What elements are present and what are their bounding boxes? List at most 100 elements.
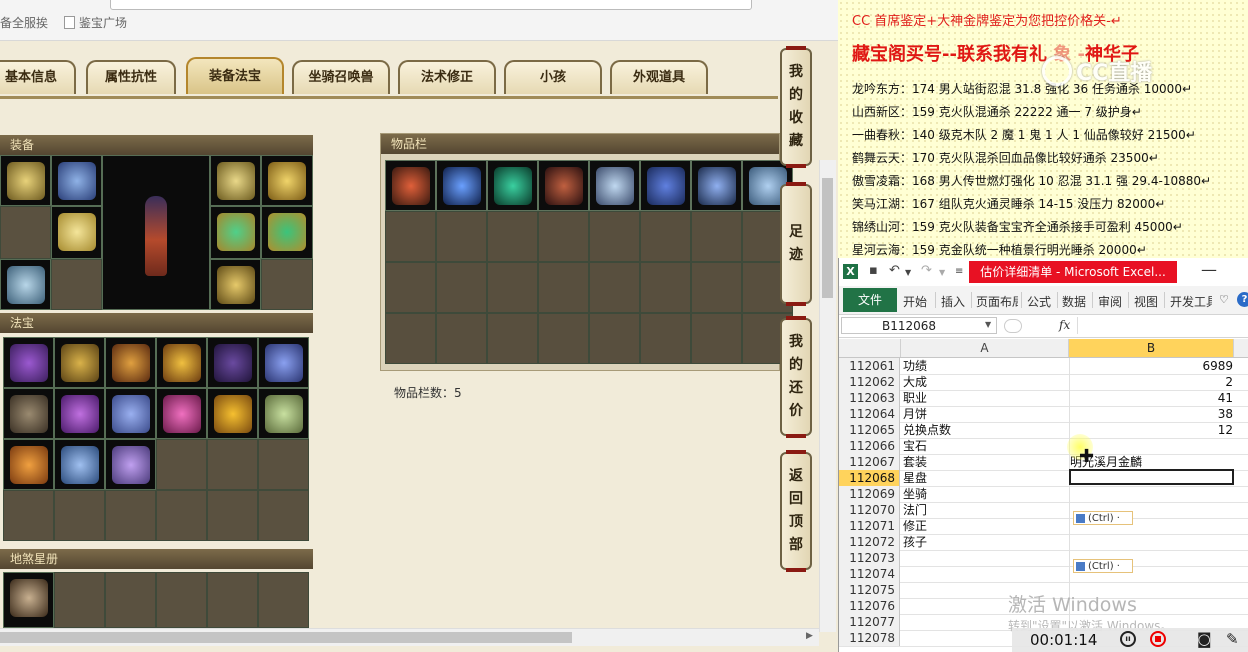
row-header[interactable]: 112063: [839, 390, 900, 406]
column-header-b[interactable]: B: [1069, 339, 1234, 357]
stop-record-icon[interactable]: [1150, 631, 1166, 647]
row-header[interactable]: 112076: [839, 598, 900, 614]
treasure-slot[interactable]: [258, 439, 309, 490]
treasure-slot[interactable]: [54, 490, 105, 541]
cell-a[interactable]: 月饼: [903, 406, 1070, 422]
row-header[interactable]: 112069: [839, 486, 900, 502]
star-slot[interactable]: [3, 572, 54, 628]
star-slot[interactable]: [258, 572, 309, 628]
treasure-slot[interactable]: [207, 337, 258, 388]
undo-icon[interactable]: ↶: [889, 263, 900, 278]
cell-a[interactable]: 职业: [903, 390, 1070, 406]
inventory-slot[interactable]: [691, 262, 742, 313]
row-header[interactable]: 112064: [839, 406, 900, 422]
paste-options-button[interactable]: (Ctrl) ·: [1073, 559, 1133, 573]
row-header[interactable]: 112071: [839, 518, 900, 534]
inventory-slot[interactable]: [487, 313, 538, 364]
treasure-slot[interactable]: [54, 337, 105, 388]
star-slot[interactable]: [156, 572, 207, 628]
treasure-slot[interactable]: [105, 388, 156, 439]
row-header[interactable]: 112066: [839, 438, 900, 454]
treasure-slot[interactable]: [156, 388, 207, 439]
minimize-icon[interactable]: —: [1201, 260, 1217, 279]
bookmark-1[interactable]: 备全服挨: [0, 14, 48, 31]
save-icon[interactable]: ▪: [869, 263, 878, 278]
inventory-slot[interactable]: [640, 262, 691, 313]
horizontal-scroll-thumb[interactable]: [0, 632, 572, 643]
inventory-slot[interactable]: [436, 262, 487, 313]
cell-a[interactable]: 宝石: [903, 438, 1070, 454]
cell-b[interactable]: [1070, 534, 1233, 550]
tab-appearance[interactable]: 外观道具: [610, 60, 708, 94]
treasure-slot[interactable]: [258, 490, 309, 541]
cell-a[interactable]: 修正: [903, 518, 1070, 534]
ribbon-tab-formulas[interactable]: 公式: [1027, 293, 1051, 310]
name-box-dropdown-icon[interactable]: ▼: [985, 320, 991, 329]
treasure-slot[interactable]: [105, 439, 156, 490]
inventory-slot[interactable]: [538, 211, 589, 262]
cell-a[interactable]: 坐骑: [903, 486, 1070, 502]
equip-slot[interactable]: [0, 206, 51, 259]
tab-mounts-pets[interactable]: 坐骑召唤兽: [292, 60, 390, 94]
inventory-slot[interactable]: [691, 160, 742, 211]
cell-a[interactable]: 套装: [903, 454, 1070, 470]
equip-slot[interactable]: [210, 155, 261, 206]
formula-input[interactable]: [1077, 317, 1248, 334]
treasure-slot[interactable]: [54, 439, 105, 490]
inventory-slot[interactable]: [385, 262, 436, 313]
ribbon-tab-page-layout[interactable]: 页面布局: [976, 293, 1018, 310]
horizontal-scrollbar[interactable]: ▶: [0, 628, 819, 646]
footprint-button[interactable]: 足迹: [780, 182, 812, 306]
inventory-slot[interactable]: [436, 211, 487, 262]
back-to-top-button[interactable]: 返回顶部: [780, 450, 812, 572]
cell-b[interactable]: 38: [1070, 406, 1233, 422]
cell-a[interactable]: 孩子: [903, 534, 1070, 550]
ribbon-tab-home[interactable]: 开始: [903, 293, 927, 310]
treasure-slot[interactable]: [207, 490, 258, 541]
equip-slot[interactable]: [261, 259, 313, 310]
star-slot[interactable]: [207, 572, 258, 628]
tab-equipment[interactable]: 装备法宝: [186, 57, 284, 94]
ribbon-tab-view[interactable]: 视图: [1134, 293, 1158, 310]
row-header[interactable]: 112078: [839, 630, 900, 646]
inventory-slot[interactable]: [691, 313, 742, 364]
inventory-slot[interactable]: [487, 262, 538, 313]
cell-a[interactable]: 兑换点数: [903, 422, 1070, 438]
inventory-slot[interactable]: [538, 313, 589, 364]
treasure-slot[interactable]: [105, 337, 156, 388]
equip-slot[interactable]: [51, 155, 102, 206]
treasure-slot[interactable]: [258, 388, 309, 439]
treasure-slot[interactable]: [207, 388, 258, 439]
treasure-slot[interactable]: [3, 388, 54, 439]
treasure-slot[interactable]: [258, 337, 309, 388]
inventory-slot[interactable]: [589, 160, 640, 211]
redo-icon[interactable]: ↷: [921, 263, 932, 278]
tab-attributes[interactable]: 属性抗性: [86, 60, 176, 94]
tab-child[interactable]: 小孩: [504, 60, 602, 94]
inventory-slot[interactable]: [589, 211, 640, 262]
cell-a[interactable]: 星盘: [903, 470, 1070, 486]
tab-basic-info[interactable]: 基本信息: [0, 60, 76, 94]
scroll-right-icon[interactable]: ▶: [806, 631, 813, 641]
equip-slot[interactable]: [210, 206, 261, 259]
treasure-slot[interactable]: [156, 337, 207, 388]
cell-b[interactable]: 2: [1070, 374, 1233, 390]
cell-a[interactable]: 功绩: [903, 358, 1070, 374]
camera-icon[interactable]: ◙: [1197, 630, 1212, 648]
inventory-slot[interactable]: [436, 160, 487, 211]
vertical-scroll-thumb[interactable]: [822, 178, 833, 298]
address-bar[interactable]: [110, 0, 752, 10]
vertical-scrollbar[interactable]: [819, 160, 836, 632]
cell-b[interactable]: [1070, 486, 1233, 502]
inventory-slot[interactable]: [538, 262, 589, 313]
treasure-slot[interactable]: [207, 439, 258, 490]
ribbon-tab-data[interactable]: 数据: [1062, 293, 1086, 310]
equip-slot[interactable]: [261, 155, 313, 206]
cell-a[interactable]: 法门: [903, 502, 1070, 518]
inventory-slot[interactable]: [640, 313, 691, 364]
file-tab[interactable]: 文件: [843, 288, 897, 312]
row-header[interactable]: 112065: [839, 422, 900, 438]
treasure-slot[interactable]: [105, 490, 156, 541]
ribbon-tab-insert[interactable]: 插入: [941, 293, 965, 310]
column-header-a[interactable]: A: [901, 339, 1069, 357]
